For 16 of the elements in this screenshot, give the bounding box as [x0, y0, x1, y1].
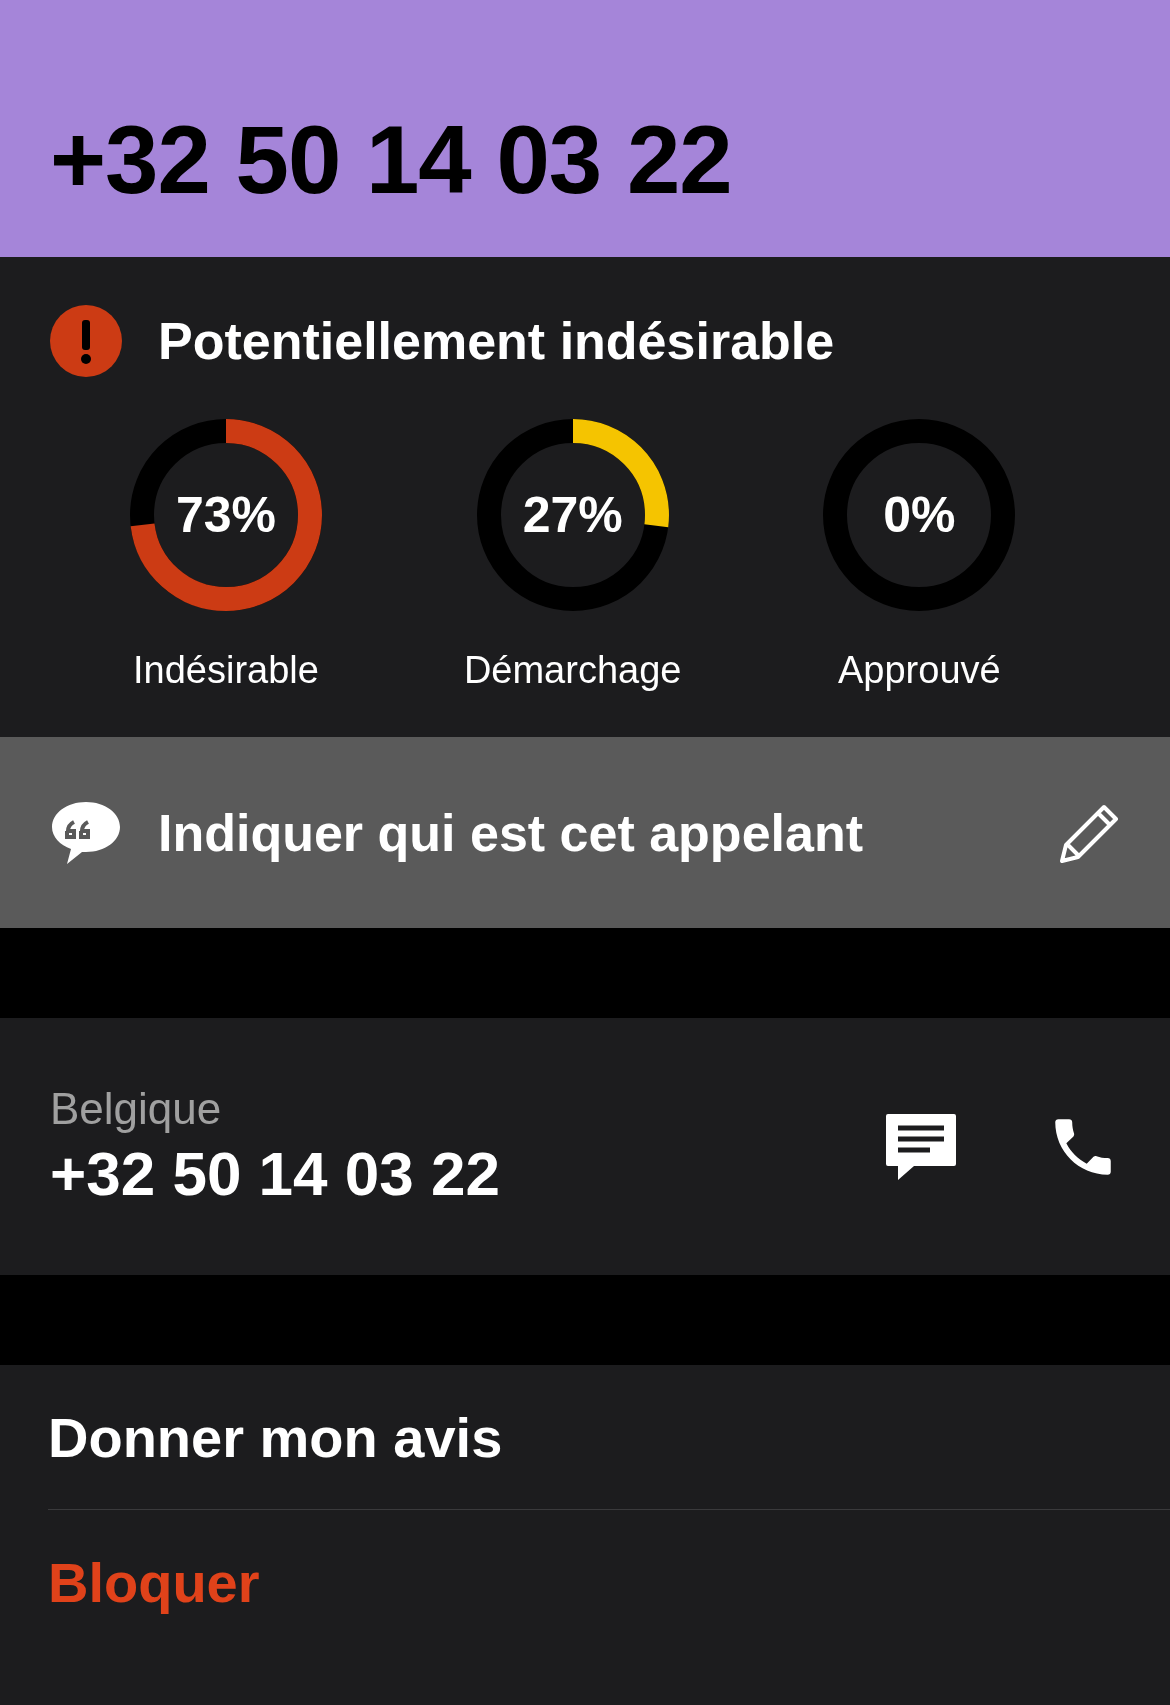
phone-number-title: +32 50 14 03 22: [50, 112, 732, 208]
identify-caller-button[interactable]: Indiquer qui est cet appelant: [0, 737, 1170, 928]
phone-number: +32 50 14 03 22: [50, 1138, 500, 1209]
percentage-reading: 0%: [883, 486, 956, 544]
pencil-icon: [1060, 802, 1120, 863]
alert-icon: [50, 305, 122, 377]
country-label: Belgique: [50, 1084, 222, 1134]
verdict-title: Potentiellement indésirable: [158, 311, 835, 371]
meter-label: Approuvé: [838, 649, 1001, 692]
meter-label: Indésirable: [133, 649, 319, 692]
action-link[interactable]: Donner mon avis: [48, 1404, 503, 1470]
percentage-reading: 73%: [175, 486, 277, 544]
percentage-reading: 27%: [522, 486, 623, 544]
speech-bubble-icon: [50, 799, 122, 866]
meter-label: Démarchage: [463, 649, 682, 692]
action-link[interactable]: Bloquer: [48, 1549, 260, 1615]
